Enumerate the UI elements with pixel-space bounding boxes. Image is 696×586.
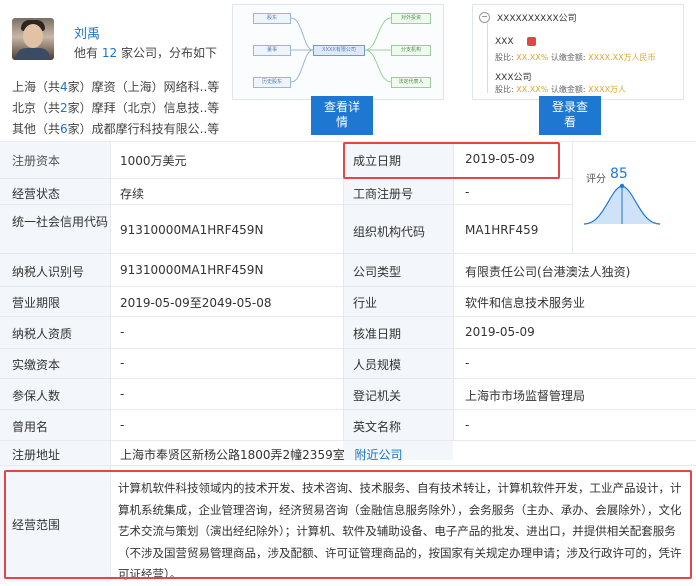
relation-panel[interactable]: − XXXXXXXXXX公司 XXX 股比: XX.XX% 认缴金额: XXXX… — [472, 4, 684, 100]
term-value: 2019-05-09至2049-05-08 — [120, 296, 272, 310]
registered-capital-label: 注册资本 — [12, 152, 61, 169]
reg-authority-value: 上海市市场监督管理局 — [465, 389, 586, 403]
badge-icon — [527, 37, 536, 46]
reg-authority-label: 登记机关 — [353, 389, 402, 403]
biz-reg-no-label: 工商注册号 — [353, 187, 414, 201]
person-avatar[interactable] — [12, 18, 54, 60]
scope-highlight — [4, 470, 692, 579]
approval-date-value: 2019-05-09 — [465, 325, 535, 339]
relation-item-name[interactable]: XXX — [495, 37, 514, 47]
company-row[interactable]: 上海（共4家）摩资（上海）网络科..等 — [12, 78, 219, 95]
relation-item-detail: 股比: XX.XX% 认缴金额: XXXX.XX万人民币 — [495, 53, 656, 62]
company-count[interactable]: 12 — [102, 46, 117, 60]
company-row[interactable]: 北京（共2家）摩拜（北京）信息技..等 — [12, 99, 219, 116]
english-name-label: 英文名称 — [353, 420, 402, 434]
staff-size-label: 人员规模 — [353, 358, 402, 372]
biz-reg-no-value: - — [465, 185, 470, 199]
paid-capital-label: 实缴资本 — [12, 358, 61, 372]
view-details-button[interactable]: 查看详 情 — [311, 96, 373, 135]
structure-connectors — [290, 17, 392, 83]
staff-size-value: - — [465, 356, 470, 370]
address-label: 注册地址 — [12, 448, 61, 462]
login-to-view-button[interactable]: 登录查 看 — [539, 96, 601, 135]
registered-capital-value: 1000万美元 — [120, 154, 187, 168]
taxpayer-id-value: 91310000MA1HRF459N — [120, 263, 264, 277]
relation-item-name[interactable]: XXX公司 — [495, 70, 532, 83]
former-name-value: - — [120, 418, 125, 432]
score-distribution-chart[interactable] — [582, 182, 662, 226]
relation-item-detail: 股比: XX.XX% 认缴金额: XXXX万人 — [495, 85, 627, 94]
insured-label: 参保人数 — [12, 389, 61, 403]
term-label: 营业期限 — [12, 296, 61, 310]
address-value: 上海市奉贤区新杨公路1800弄2幢2359室 附近公司 — [120, 448, 403, 462]
credit-code-value: 91310000MA1HRF459N — [120, 223, 264, 237]
company-type-label: 公司类型 — [353, 265, 402, 279]
former-name-label: 曾用名 — [12, 420, 49, 434]
industry-value: 软件和信息技术服务业 — [465, 296, 586, 310]
collapse-icon[interactable]: − — [479, 12, 490, 23]
status-label: 经营状态 — [12, 187, 61, 201]
org-code-value: MA1HRF459 — [465, 223, 539, 237]
credit-code-label: 统一社会信用代码 — [12, 215, 108, 229]
equity-structure-thumbnail[interactable]: 股东 董事 历史股东 XXXX有限公司 对外投资 分支机构 法定代表人 — [232, 4, 444, 100]
org-code-label: 组织机构代码 — [353, 225, 426, 239]
company-type-value: 有限责任公司(台港澳法人独资) — [465, 265, 631, 279]
score-value: 85 — [610, 166, 628, 182]
person-name[interactable]: 刘禹 — [74, 23, 100, 42]
taxpayer-id-label: 纳税人识别号 — [12, 265, 85, 279]
person-company-summary: 他有 12 家公司，分布如下 — [74, 46, 217, 60]
status-value: 存续 — [120, 187, 145, 201]
taxpayer-qual-value: - — [120, 325, 125, 339]
taxpayer-qual-label: 纳税人资质 — [12, 327, 73, 341]
approval-date-label: 核准日期 — [353, 327, 402, 341]
paid-capital-value: - — [120, 356, 125, 370]
industry-label: 行业 — [353, 296, 378, 310]
nearby-companies-link[interactable]: 附近公司 — [355, 448, 403, 462]
company-row[interactable]: 其他（共6家）成都摩行科技有限公..等 — [12, 120, 219, 137]
relation-company-name[interactable]: XXXXXXXXXX公司 — [497, 11, 577, 24]
established-date-highlight — [343, 142, 560, 179]
english-name-value: - — [465, 418, 470, 432]
insured-value: - — [120, 387, 125, 401]
top-summary: 刘禹 他有 12 家公司，分布如下 上海（共4家）摩资（上海）网络科..等 北京… — [0, 0, 696, 141]
